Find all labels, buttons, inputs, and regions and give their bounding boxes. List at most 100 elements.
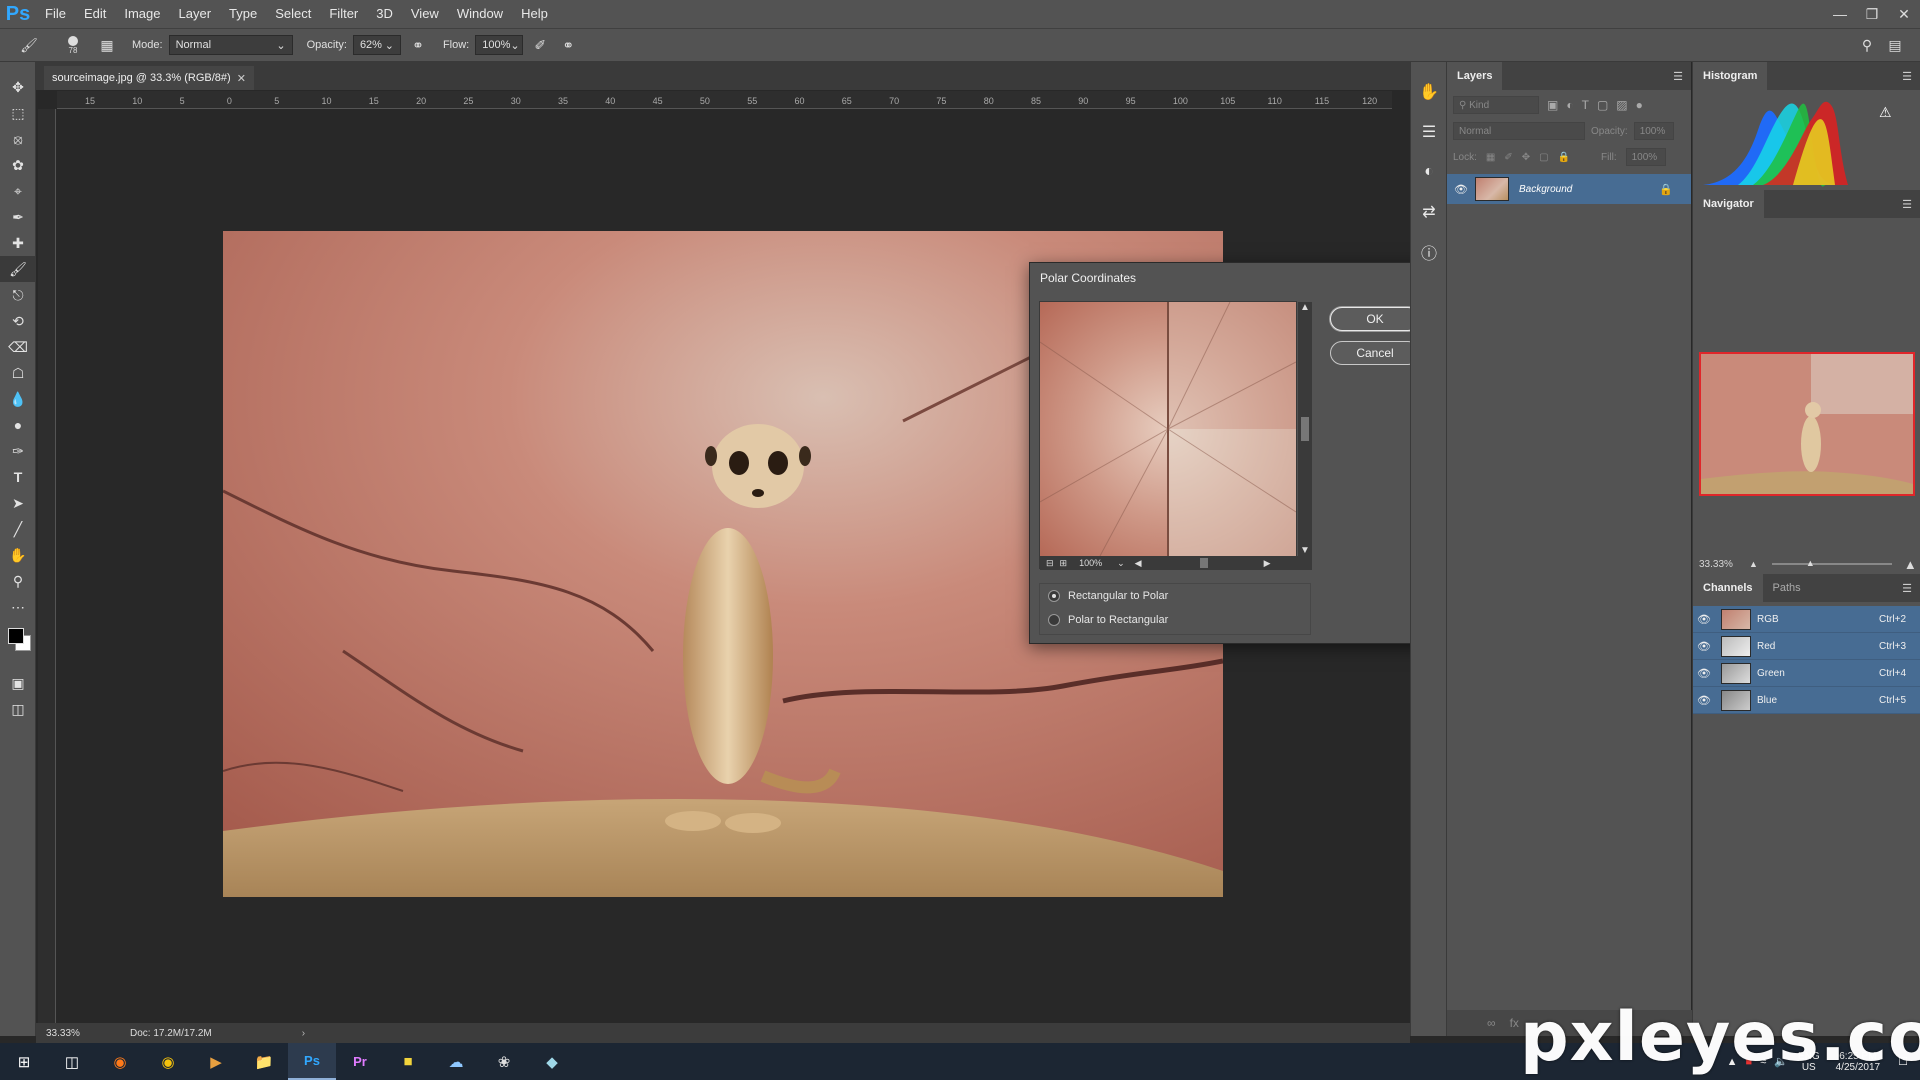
smart-object-filter-icon[interactable]: ▨ (1616, 98, 1627, 112)
adjustments-icon[interactable]: ◐ (1411, 152, 1447, 192)
zoom-out-icon[interactable]: ▲ (1749, 559, 1758, 569)
menu-help[interactable]: Help (512, 0, 557, 28)
panel-menu-icon[interactable]: ☰ (1902, 70, 1912, 83)
tab-navigator[interactable]: Navigator (1693, 190, 1764, 218)
task-view-icon[interactable]: ◫ (48, 1043, 96, 1080)
firefox-icon[interactable]: ◉ (96, 1043, 144, 1080)
cancel-button[interactable]: Cancel (1330, 341, 1420, 365)
shape-filter-icon[interactable]: ▢ (1597, 98, 1608, 112)
pressure-opacity-icon[interactable]: ⚭ (407, 34, 429, 56)
quick-mask-icon[interactable]: ▣ (0, 670, 36, 696)
channel-row-blue[interactable]: 👁 Blue Ctrl+5 (1693, 687, 1920, 714)
kind-filter[interactable]: ⚲ Kind (1453, 96, 1539, 114)
document-tab[interactable]: sourceimage.jpg @ 33.3% (RGB/8#) ✕ (44, 66, 254, 90)
workspace-icon[interactable]: ▤ (1884, 34, 1906, 56)
panel-menu-icon[interactable]: ☰ (1902, 582, 1912, 595)
mode-select[interactable]: Normal ⌄ (168, 35, 293, 55)
scroll-up-icon[interactable]: ▲ (1298, 302, 1312, 313)
app-icon[interactable]: ◆ (528, 1043, 576, 1080)
marquee-icon[interactable]: ⬚ (0, 100, 36, 126)
ok-button[interactable]: OK (1330, 307, 1420, 331)
move-icon[interactable]: ✥ (0, 74, 36, 100)
brush-panel-toggle-icon[interactable]: ▦ (96, 34, 118, 56)
link-icon[interactable]: ∞ (1487, 1016, 1496, 1030)
lock-position-icon[interactable]: ✥ (1522, 152, 1530, 163)
chevron-right-icon[interactable]: › (302, 1028, 305, 1039)
navigator-zoom[interactable]: 33.33% (1699, 559, 1749, 570)
type-filter-icon[interactable]: T (1582, 98, 1589, 112)
panel-menu-icon[interactable]: ☰ (1673, 70, 1683, 83)
fill-field[interactable]: 100% (1625, 148, 1666, 166)
history-brush-icon[interactable]: ⟲ (0, 308, 36, 334)
layer-row[interactable]: 👁 Background 🔒 (1447, 174, 1691, 204)
brush-size-picker[interactable]: 78 (68, 35, 78, 55)
zoom-out-icon[interactable]: ⊟ (1046, 558, 1054, 569)
channel-row-red[interactable]: 👁 Red Ctrl+3 (1693, 633, 1920, 660)
brush-presets-icon[interactable]: ✋ (1411, 72, 1447, 112)
eye-icon[interactable]: 👁 (1693, 613, 1715, 626)
foreground-color[interactable] (8, 628, 24, 644)
option-rect-to-polar[interactable]: Rectangular to Polar (1040, 584, 1310, 608)
image-filter-icon[interactable]: ▣ (1547, 98, 1558, 112)
zoom-slider-thumb[interactable]: ▲ (1806, 558, 1815, 568)
scroll-left-icon[interactable]: ◀ (1135, 558, 1142, 569)
opacity-field[interactable]: 62% ⌄ (352, 35, 401, 55)
media-player-icon[interactable]: ▶ (192, 1043, 240, 1080)
pen-icon[interactable]: ✑ (0, 438, 36, 464)
crop-icon[interactable]: ⌖ (0, 178, 36, 204)
more-icon[interactable]: ⋯ (0, 594, 36, 620)
menu-file[interactable]: File (36, 0, 75, 28)
premiere-icon[interactable]: Pr (336, 1043, 384, 1080)
chevron-down-icon[interactable]: ⌄ (1117, 558, 1125, 569)
lock-artboard-icon[interactable]: ▢ (1539, 152, 1548, 163)
hscroll-thumb[interactable] (1199, 558, 1208, 568)
quick-select-icon[interactable]: ✿ (0, 152, 36, 178)
restore-icon[interactable]: ❐ (1856, 0, 1888, 28)
photoshop-icon[interactable]: Ps (288, 1043, 336, 1080)
sticky-notes-icon[interactable]: ■ (384, 1043, 432, 1080)
start-icon[interactable]: ⊞ (0, 1043, 48, 1080)
menu-layer[interactable]: Layer (170, 0, 221, 28)
filter-toggle-icon[interactable]: ● (1636, 98, 1643, 112)
file-explorer-icon[interactable]: 📁 (240, 1043, 288, 1080)
option-polar-to-rect[interactable]: Polar to Rectangular (1040, 608, 1310, 632)
pressure-size-icon[interactable]: ⚭ (557, 34, 579, 56)
preview-vscrollbar[interactable]: ▲ ▼ (1298, 302, 1312, 556)
layer-opacity-field[interactable]: 100% (1633, 122, 1674, 140)
scroll-right-icon[interactable]: ▶ (1264, 558, 1271, 569)
tab-layers[interactable]: Layers (1447, 62, 1503, 90)
radio-rect-to-polar[interactable] (1048, 590, 1060, 602)
lock-all-icon[interactable]: 🔒 (1558, 152, 1570, 163)
dodge-icon[interactable]: ● (0, 412, 36, 438)
zoom-icon[interactable]: ⚲ (0, 568, 36, 594)
brush-preset-icon[interactable]: 🖌 (18, 34, 40, 56)
eye-icon[interactable]: 👁 (1693, 667, 1715, 680)
eye-icon[interactable]: 👁 (1693, 640, 1715, 653)
menu-select[interactable]: Select (266, 0, 320, 28)
tab-paths[interactable]: Paths (1762, 574, 1811, 602)
eraser-icon[interactable]: ⌫ (0, 334, 36, 360)
close-tab-icon[interactable]: ✕ (237, 72, 246, 85)
stamp-icon[interactable]: ⎋ (0, 282, 36, 308)
zoom-slider[interactable]: ▲ (1771, 558, 1892, 568)
adjustment-filter-icon[interactable]: ◐ (1566, 98, 1573, 112)
radio-polar-to-rect[interactable] (1048, 614, 1060, 626)
menu-image[interactable]: Image (115, 0, 169, 28)
brush-icon[interactable]: 🖌 (0, 256, 36, 282)
zoom-in-icon[interactable]: ⊞ (1060, 558, 1068, 569)
onedrive-icon[interactable]: ☁ (432, 1043, 480, 1080)
panel-menu-icon[interactable]: ☰ (1902, 198, 1912, 211)
blend-mode-select[interactable]: Normal (1453, 122, 1585, 140)
scroll-down-icon[interactable]: ▼ (1298, 545, 1312, 556)
menu-filter[interactable]: Filter (320, 0, 367, 28)
filter-preview[interactable] (1040, 302, 1296, 556)
eye-icon[interactable]: 👁 (1693, 694, 1715, 707)
blur-icon[interactable]: 💧 (0, 386, 36, 412)
paint-bucket-icon[interactable]: ☖ (0, 360, 36, 386)
zoom-in-icon[interactable]: ▲ (1904, 557, 1917, 572)
eyedropper-icon[interactable]: ✒ (0, 204, 36, 230)
tab-histogram[interactable]: Histogram (1693, 62, 1768, 90)
hand-icon[interactable]: ✋ (0, 542, 36, 568)
tab-channels[interactable]: Channels (1693, 574, 1763, 602)
properties-icon[interactable]: ☰ (1411, 112, 1447, 152)
